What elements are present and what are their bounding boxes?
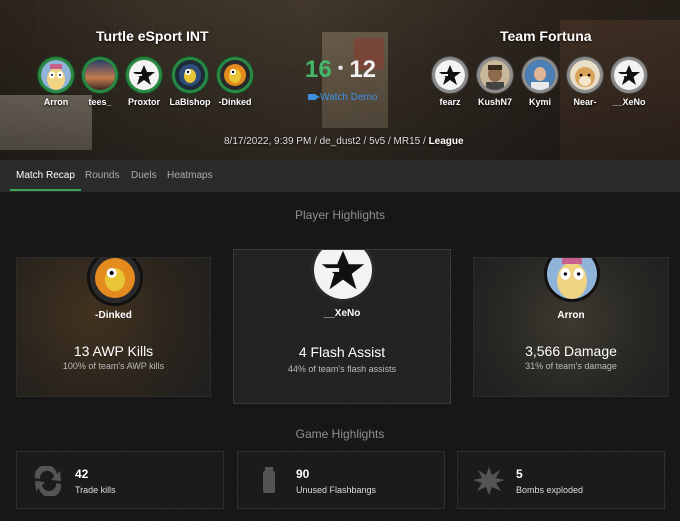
match-meta: 8/17/2022, 9:39 PM / de_dust2 / 5v5 / MR… [224, 136, 464, 147]
match-type: League [428, 136, 464, 147]
game-highlight-value: 42 [75, 467, 89, 481]
highlight-card[interactable]: -Dinked 13 AWP Kills 100% of team's AWP … [16, 257, 211, 397]
team2-player[interactable]: __XeNo [607, 57, 651, 107]
game-highlight-card: 90 Unused Flashbangs [237, 451, 445, 509]
score-separator: • [337, 60, 344, 77]
player-highlights-title: Player Highlights [294, 208, 386, 222]
game-highlight-card: 5 Bombs exploded [457, 451, 665, 509]
video-camera-icon [308, 94, 320, 100]
highlight-player-name: Arron [557, 310, 585, 321]
tab-duels[interactable]: Duels [131, 160, 157, 192]
explosion-icon [473, 467, 505, 495]
highlight-subtext: 100% of team's AWP kills [62, 361, 165, 371]
highlight-value: 13 AWP Kills [73, 343, 154, 359]
tab-rounds[interactable]: Rounds [85, 160, 119, 192]
player-name: -Dinked [218, 97, 252, 107]
match-tabs: Match Recap Rounds Duels Heatmaps [0, 160, 680, 192]
highlight-value: 3,566 Damage [525, 343, 617, 359]
highlight-subtext: 44% of team's flash assists [287, 364, 397, 374]
match-recap-panel: Player Highlights -Dinked 13 AWP Kills 1… [0, 192, 680, 521]
doge-avatar [567, 57, 603, 93]
photo-avatar [522, 57, 558, 93]
sunset-avatar [82, 57, 118, 93]
trade-arrows-icon [34, 466, 62, 496]
highlight-card[interactable]: Arron 3,566 Damage 31% of team's damage [473, 257, 669, 397]
star-logo-avatar [432, 57, 468, 93]
star-logo-avatar [311, 250, 375, 302]
watch-demo-link[interactable]: Watch Demo [308, 92, 377, 103]
highlight-player-name: -Dinked [95, 310, 132, 321]
team2-name[interactable]: Team Fortuna [500, 28, 592, 44]
cartoon-face-avatar [38, 57, 74, 93]
match-score: 16 • 12 [305, 56, 376, 84]
game-highlight-label: Trade kills [75, 485, 116, 495]
game-highlight-card: 42 Trade kills [16, 451, 224, 509]
turtle-avatar [172, 57, 208, 93]
flashbang-icon [263, 467, 275, 493]
team1-name[interactable]: Turtle eSport INT [96, 28, 209, 44]
star-logo-avatar [126, 57, 162, 93]
game-highlight-value: 5 [516, 467, 523, 481]
player-name: __XeNo [612, 97, 646, 107]
team1-player[interactable]: -Dinked [213, 57, 257, 107]
star-logo-avatar [611, 57, 647, 93]
photo-avatar [477, 57, 513, 93]
highlight-subtext: 31% of team's damage [525, 361, 617, 371]
game-highlights-title: Game Highlights [295, 427, 385, 441]
team1-score: 16 [305, 56, 332, 83]
tab-heatmaps[interactable]: Heatmaps [167, 160, 213, 192]
game-highlight-label: Unused Flashbangs [296, 485, 377, 495]
turtle-avatar [217, 57, 253, 93]
match-header: Turtle eSport INT Team Fortuna Arron tee… [0, 0, 680, 160]
game-highlight-label: Bombs exploded [516, 485, 584, 495]
team2-score: 12 [349, 56, 377, 83]
game-highlight-value: 90 [296, 467, 310, 481]
highlight-player-name: __XeNo [323, 308, 361, 319]
tab-match-recap[interactable]: Match Recap [10, 160, 81, 192]
highlight-value: 4 Flash Assist [298, 344, 386, 360]
highlight-card[interactable]: __XeNo 4 Flash Assist 44% of team's flas… [233, 249, 451, 404]
